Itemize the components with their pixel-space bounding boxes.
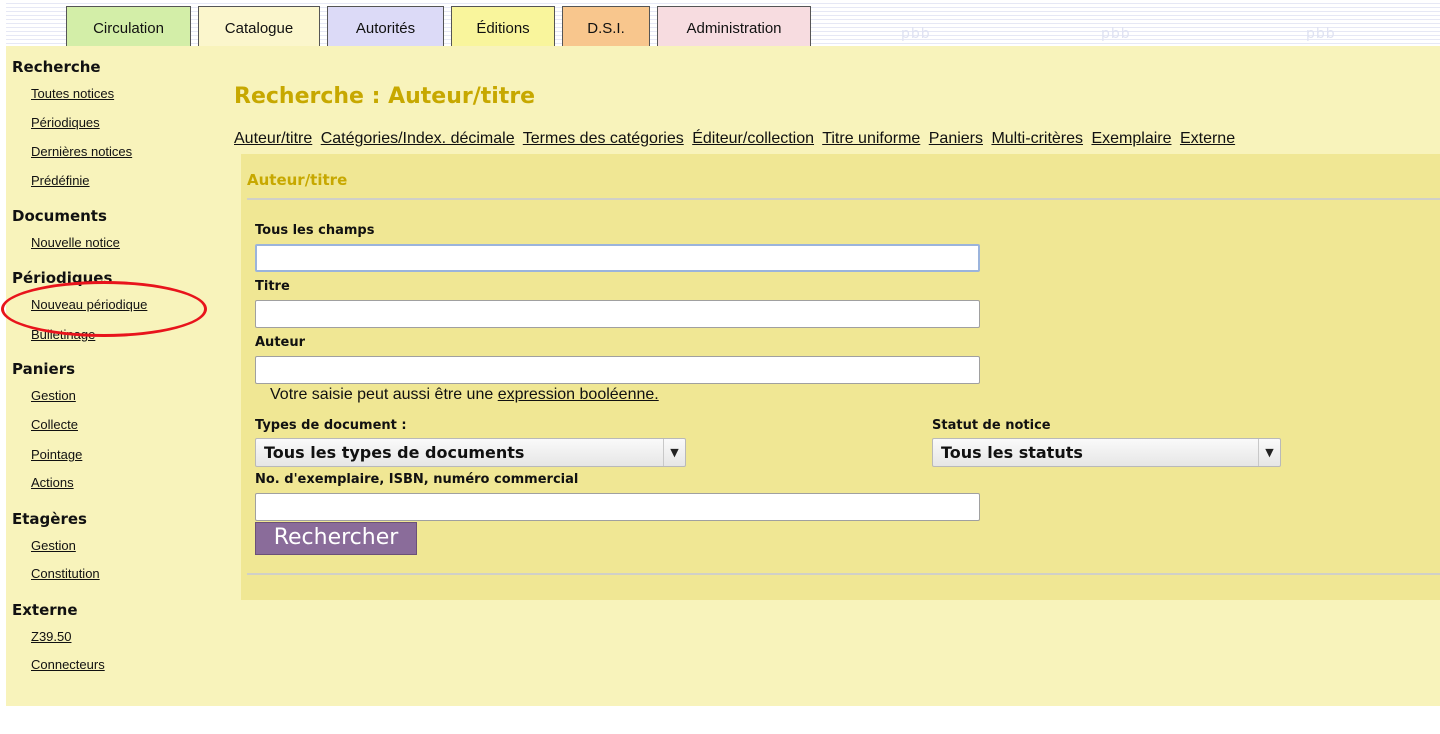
doc-types-selected: Tous les types de documents (264, 443, 525, 462)
sidebar-link-nouvelle-notice[interactable]: Nouvelle notice (31, 235, 120, 250)
watermark-text: pbb (1101, 26, 1131, 42)
search-tab-termes-categories[interactable]: Termes des catégories (523, 130, 684, 147)
all-fields-input[interactable] (255, 244, 980, 272)
tab-dsi[interactable]: D.S.I. (562, 6, 650, 46)
tab-circulation[interactable]: Circulation (66, 6, 191, 46)
search-button[interactable]: Rechercher (255, 522, 417, 555)
sidebar-link-bulletinage[interactable]: Bulletinage (31, 327, 95, 342)
sidebar-section-etageres: Etagères (12, 510, 87, 528)
boolean-expression-link[interactable]: expression booléenne. (498, 386, 659, 403)
page-footer-space (0, 706, 1440, 734)
sidebar-section-paniers: Paniers (12, 360, 76, 378)
panel-divider-bottom (247, 573, 1440, 575)
search-form-panel: Auteur/titre Tous les champs Titre Auteu… (241, 154, 1440, 600)
watermark-text: pbb (1306, 26, 1336, 42)
copy-number-label: No. d'exemplaire, ISBN, numéro commercia… (255, 472, 579, 487)
status-label: Statut de notice (932, 418, 1051, 433)
sidebar-section-documents: Documents (12, 207, 107, 225)
sidebar-link-toutes-notices[interactable]: Toutes notices (31, 86, 114, 101)
copy-number-input[interactable] (255, 493, 980, 521)
status-select[interactable]: Tous les statuts ▼ (932, 438, 1281, 467)
author-input[interactable] (255, 356, 980, 384)
search-type-tabs: Auteur/titre Catégories/Index. décimale … (234, 130, 1239, 148)
sidebar: Recherche Toutes notices Périodiques Der… (1, 46, 236, 706)
sidebar-link-z3950[interactable]: Z39.50 (31, 629, 71, 644)
search-tab-paniers[interactable]: Paniers (929, 130, 983, 147)
doc-types-label: Types de document : (255, 418, 407, 433)
dropdown-arrow-icon: ▼ (1258, 439, 1280, 466)
search-tab-titre-uniforme[interactable]: Titre uniforme (822, 130, 920, 147)
sidebar-link-constitution[interactable]: Constitution (31, 566, 100, 581)
sidebar-section-recherche: Recherche (12, 58, 101, 76)
panel-title: Auteur/titre (247, 171, 348, 189)
sidebar-link-paniers-gestion[interactable]: Gestion (31, 388, 76, 403)
sidebar-link-pointage[interactable]: Pointage (31, 447, 82, 462)
sidebar-link-connecteurs[interactable]: Connecteurs (31, 657, 105, 672)
tab-administration[interactable]: Administration (657, 6, 811, 46)
panel-divider-top (247, 198, 1440, 200)
sidebar-link-dernieres-notices[interactable]: Dernières notices (31, 144, 132, 159)
dropdown-arrow-icon: ▼ (663, 439, 685, 466)
page-title: Recherche : Auteur/titre (234, 84, 536, 109)
sidebar-link-nouveau-periodique[interactable]: Nouveau périodique (31, 297, 147, 312)
search-tab-auteur-titre[interactable]: Auteur/titre (234, 130, 312, 147)
top-header: pbb pbb pbb Circulation Catalogue Autori… (0, 0, 1440, 48)
page-content: Recherche Toutes notices Périodiques Der… (1, 46, 1440, 706)
title-input[interactable] (255, 300, 980, 328)
sidebar-link-actions[interactable]: Actions (31, 475, 74, 490)
tab-catalogue[interactable]: Catalogue (198, 6, 320, 48)
sidebar-link-collecte[interactable]: Collecte (31, 417, 78, 432)
status-selected: Tous les statuts (941, 443, 1083, 462)
search-tab-exemplaire[interactable]: Exemplaire (1091, 130, 1171, 147)
boolean-hint-text: Votre saisie peut aussi être une (270, 386, 498, 403)
sidebar-link-periodiques[interactable]: Périodiques (31, 115, 100, 130)
search-tab-externe[interactable]: Externe (1180, 130, 1235, 147)
search-tab-categories-index[interactable]: Catégories/Index. décimale (321, 130, 515, 147)
watermark-text: pbb (901, 26, 931, 42)
sidebar-link-predefinie[interactable]: Prédéfinie (31, 173, 90, 188)
sidebar-section-externe: Externe (12, 601, 78, 619)
author-label: Auteur (255, 335, 306, 350)
boolean-hint: Votre saisie peut aussi être une express… (270, 386, 659, 404)
all-fields-label: Tous les champs (255, 223, 375, 238)
doc-types-select[interactable]: Tous les types de documents ▼ (255, 438, 686, 467)
sidebar-section-periodiques: Périodiques (12, 269, 113, 287)
sidebar-link-etageres-gestion[interactable]: Gestion (31, 538, 76, 553)
search-tab-multi-criteres[interactable]: Multi-critères (991, 130, 1083, 147)
title-label: Titre (255, 279, 290, 294)
tab-editions[interactable]: Éditions (451, 6, 555, 46)
search-tab-editeur-collection[interactable]: Éditeur/collection (692, 130, 814, 147)
tab-autorites[interactable]: Autorités (327, 6, 444, 46)
